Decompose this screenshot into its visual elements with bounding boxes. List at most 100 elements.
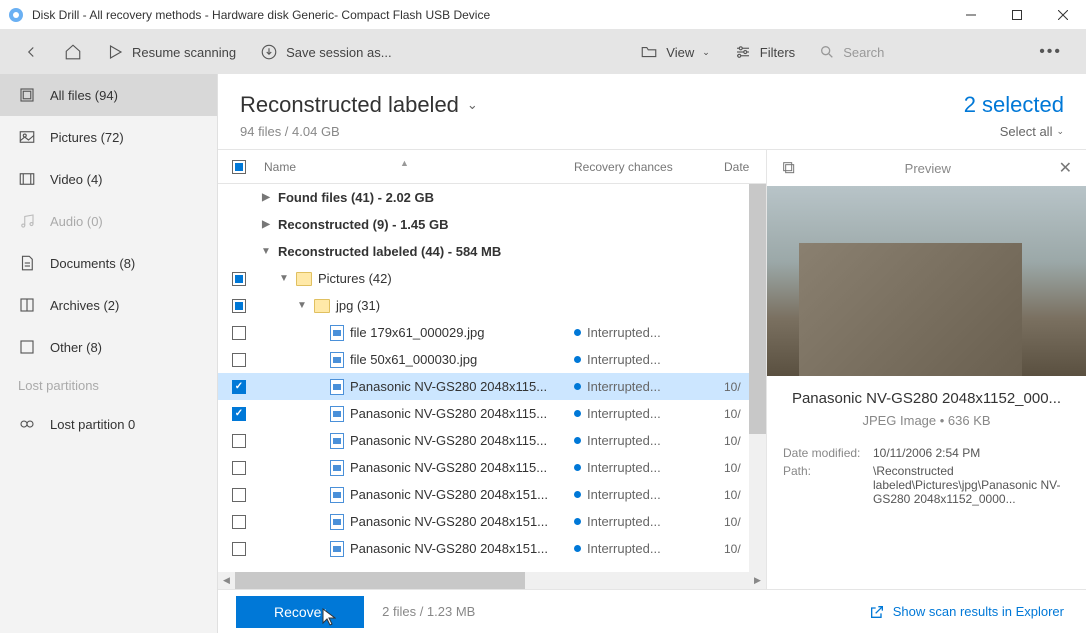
preview-image — [767, 186, 1086, 376]
row-checkbox[interactable] — [232, 515, 246, 529]
expand-icon: ▶ — [260, 192, 272, 203]
search-placeholder: Search — [843, 45, 884, 60]
column-name[interactable]: Name▲ — [260, 160, 574, 174]
file-row[interactable]: Panasonic NV-GS280 2048x115... Interrupt… — [218, 373, 766, 400]
select-all-dropdown[interactable]: Select all ⌄ — [964, 124, 1064, 139]
save-session-label: Save session as... — [286, 45, 392, 60]
file-row[interactable]: Panasonic NV-GS280 2048x115... Interrupt… — [218, 427, 766, 454]
recovery-status: Interrupted... — [587, 352, 661, 367]
sidebar-item-label: Audio (0) — [50, 214, 103, 229]
documents-icon — [18, 254, 36, 272]
row-checkbox[interactable] — [232, 488, 246, 502]
recovery-status: Interrupted... — [587, 514, 661, 529]
filters-label: Filters — [760, 45, 795, 60]
sidebar-item-label: All files (94) — [50, 88, 118, 103]
group-row[interactable]: ▶ Found files (41) - 2.02 GB — [218, 184, 766, 211]
sidebar-item-archives[interactable]: Archives (2) — [0, 284, 217, 326]
folder-row[interactable]: ▼ Pictures (42) — [218, 265, 766, 292]
group-label: Reconstructed (9) - 1.45 GB — [278, 217, 449, 232]
close-preview-button[interactable]: ✕ — [1059, 158, 1072, 178]
search-input[interactable]: Search — [811, 40, 1021, 64]
content-header: Reconstructed labeled ⌄ 94 files / 4.04 … — [218, 74, 1086, 149]
file-row[interactable]: Panasonic NV-GS280 2048x151... Interrupt… — [218, 481, 766, 508]
expand-icon: ▼ — [296, 300, 308, 311]
recover-button[interactable]: Recover — [236, 596, 364, 628]
row-checkbox[interactable] — [232, 434, 246, 448]
selected-count: 2 selected — [964, 92, 1064, 118]
folder-row[interactable]: ▼ jpg (31) — [218, 292, 766, 319]
home-button[interactable] — [56, 37, 90, 67]
vertical-scrollbar[interactable] — [749, 184, 766, 572]
sidebar-item-other[interactable]: Other (8) — [0, 326, 217, 368]
resume-scanning-button[interactable]: Resume scanning — [98, 37, 244, 67]
audio-icon — [18, 212, 36, 230]
row-checkbox[interactable] — [232, 299, 246, 313]
file-name: Panasonic NV-GS280 2048x151... — [350, 514, 548, 529]
page-title-dropdown[interactable]: Reconstructed labeled ⌄ — [240, 92, 964, 118]
video-icon — [18, 170, 36, 188]
file-name: Panasonic NV-GS280 2048x115... — [350, 379, 547, 394]
more-menu-button[interactable]: ••• — [1029, 37, 1072, 67]
sidebar-item-label: Lost partition 0 — [50, 417, 135, 432]
show-in-explorer-link[interactable]: Show scan results in Explorer — [869, 604, 1064, 620]
sidebar-item-label: Pictures (72) — [50, 130, 124, 145]
search-icon — [819, 44, 835, 60]
maximize-button[interactable] — [994, 0, 1040, 30]
external-link-icon — [869, 604, 885, 620]
file-row[interactable]: Panasonic NV-GS280 2048x151... Interrupt… — [218, 508, 766, 535]
toolbar: Resume scanning Save session as... View … — [0, 30, 1086, 74]
sidebar-item-audio[interactable]: Audio (0) — [0, 200, 217, 242]
expand-icon: ▼ — [278, 273, 290, 284]
file-row[interactable]: file 179x61_000029.jpg Interrupted... — [218, 319, 766, 346]
file-row[interactable]: Panasonic NV-GS280 2048x151... Interrupt… — [218, 535, 766, 562]
file-row[interactable]: Panasonic NV-GS280 2048x115... Interrupt… — [218, 454, 766, 481]
explorer-link-label: Show scan results in Explorer — [893, 604, 1064, 619]
download-icon — [260, 43, 278, 61]
file-row[interactable]: Panasonic NV-GS280 2048x115... Interrupt… — [218, 400, 766, 427]
file-icon — [330, 379, 344, 395]
sidebar-item-documents[interactable]: Documents (8) — [0, 242, 217, 284]
column-date[interactable]: Date — [724, 160, 766, 174]
footer: Recover 2 files / 1.23 MB Show scan resu… — [218, 589, 1086, 633]
folder-label: jpg (31) — [336, 298, 380, 313]
row-checkbox[interactable] — [232, 272, 246, 286]
row-checkbox[interactable] — [232, 353, 246, 367]
row-checkbox[interactable] — [232, 326, 246, 340]
file-row[interactable]: file 50x61_000030.jpg Interrupted... — [218, 346, 766, 373]
sidebar-item-all-files[interactable]: All files (94) — [0, 74, 217, 116]
recovery-status: Interrupted... — [587, 379, 661, 394]
group-label: Found files (41) - 2.02 GB — [278, 190, 434, 205]
row-checkbox[interactable] — [232, 461, 246, 475]
row-checkbox[interactable] — [232, 407, 246, 421]
select-all-checkbox[interactable] — [232, 160, 246, 174]
save-session-button[interactable]: Save session as... — [252, 37, 400, 67]
popout-icon[interactable] — [781, 160, 797, 176]
horizontal-scrollbar[interactable]: ◀▶ — [218, 572, 766, 589]
file-name: file 179x61_000029.jpg — [350, 325, 484, 340]
group-row[interactable]: ▼Reconstructed labeled (44) - 584 MB — [218, 238, 766, 265]
row-checkbox[interactable] — [232, 380, 246, 394]
sidebar-item-lost-partition-0[interactable]: Lost partition 0 — [0, 403, 217, 445]
file-name: Panasonic NV-GS280 2048x115... — [350, 460, 547, 475]
sidebar-item-pictures[interactable]: Pictures (72) — [0, 116, 217, 158]
archives-icon — [18, 296, 36, 314]
row-checkbox[interactable] — [232, 542, 246, 556]
expand-icon: ▶ — [260, 219, 272, 230]
file-icon — [330, 325, 344, 341]
sidebar: All files (94) Pictures (72) Video (4) A… — [0, 74, 218, 633]
sidebar-item-video[interactable]: Video (4) — [0, 158, 217, 200]
filters-icon — [734, 43, 752, 61]
view-dropdown[interactable]: View ⌄ — [632, 37, 718, 67]
date-modified-value: 10/11/2006 2:54 PM — [873, 446, 1070, 460]
filters-button[interactable]: Filters — [726, 37, 803, 67]
folder-icon — [640, 43, 658, 61]
close-button[interactable] — [1040, 0, 1086, 30]
file-count-summary: 94 files / 4.04 GB — [240, 124, 964, 139]
recovery-status: Interrupted... — [587, 433, 661, 448]
minimize-button[interactable] — [948, 0, 994, 30]
folder-label: Pictures (42) — [318, 271, 392, 286]
play-icon — [106, 43, 124, 61]
column-recovery[interactable]: Recovery chances — [574, 160, 724, 174]
back-button[interactable] — [14, 37, 48, 67]
group-row[interactable]: ▶ Reconstructed (9) - 1.45 GB — [218, 211, 766, 238]
